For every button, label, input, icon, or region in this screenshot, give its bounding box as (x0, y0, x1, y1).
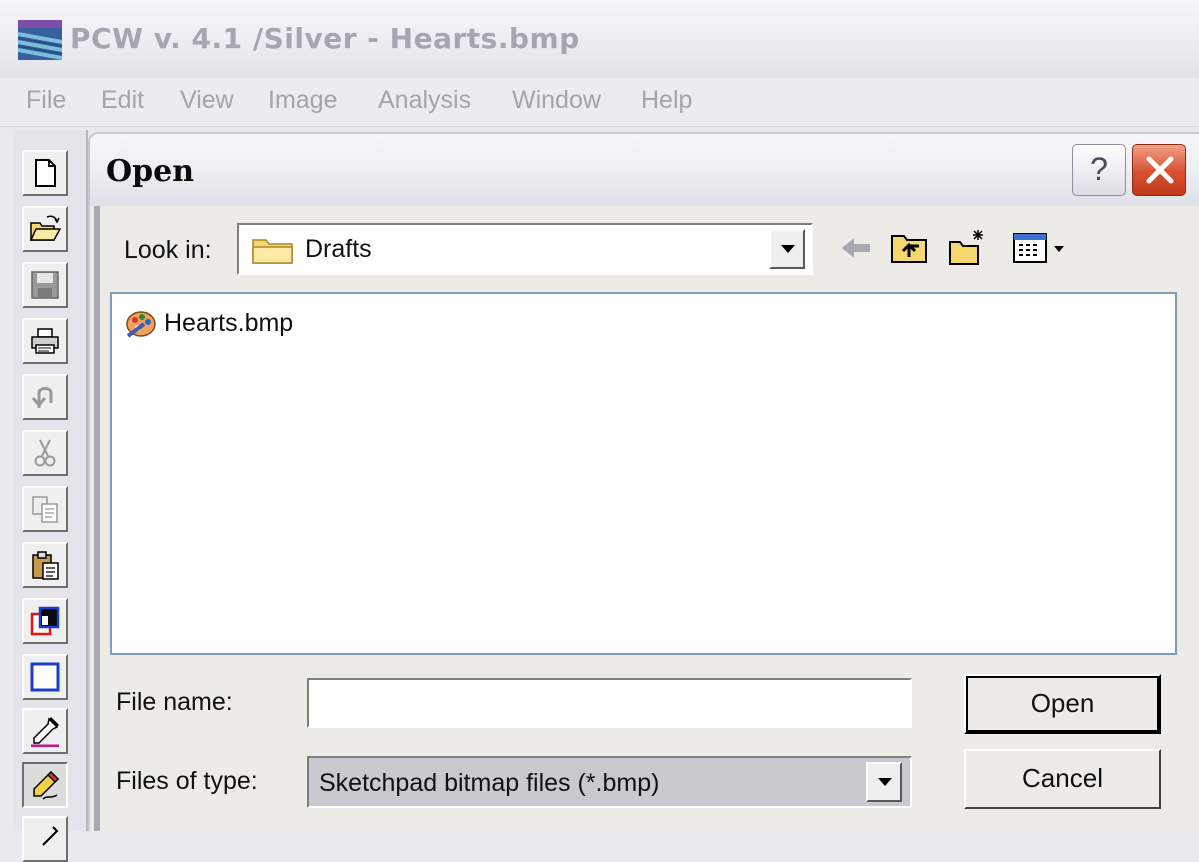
folder-icon (252, 239, 293, 264)
menu-file[interactable]: File (26, 86, 66, 115)
cut-button[interactable] (22, 430, 68, 476)
file-name-label: File name: (116, 688, 233, 716)
print-button[interactable] (22, 318, 68, 364)
files-of-type-label: Files of type: (116, 767, 258, 795)
close-button[interactable] (1132, 144, 1186, 196)
close-icon (1146, 156, 1174, 184)
menu-help[interactable]: Help (641, 86, 692, 115)
menu-window[interactable]: Window (512, 86, 601, 115)
dialog-titlebar (90, 134, 1199, 206)
chevron-down-icon (878, 778, 892, 786)
open-button[interactable]: Open (964, 674, 1161, 734)
eyedropper-icon (31, 716, 60, 747)
chevron-down-icon (781, 245, 795, 253)
new-document-icon (35, 159, 56, 187)
open-file-button[interactable] (22, 206, 68, 252)
back-arrow-icon[interactable] (834, 226, 878, 270)
eyedropper-button[interactable] (22, 708, 68, 754)
menu-analysis[interactable]: Analysis (378, 86, 471, 115)
file-list[interactable]: Hearts.bmp (110, 292, 1177, 655)
app-title: PCW v. 4.1 /Silver - Hearts.bmp (70, 22, 580, 55)
look-in-label: Look in: (124, 236, 212, 264)
brush-tool-button[interactable] (22, 816, 68, 862)
menu-view[interactable]: View (180, 86, 234, 115)
dialog-title: Open (106, 154, 195, 189)
files-of-type-dropdown-button[interactable] (866, 762, 902, 802)
pencil-icon (33, 770, 60, 800)
color-swap-button[interactable] (22, 598, 68, 644)
paste-button[interactable] (22, 542, 68, 588)
cut-scissors-icon (34, 439, 56, 467)
copy-button[interactable] (22, 486, 68, 532)
files-of-type-value: Sketchpad bitmap files (*.bmp) (319, 769, 660, 797)
open-folder-icon (29, 215, 61, 241)
file-name-input[interactable] (307, 678, 912, 728)
undo-button[interactable] (22, 374, 68, 420)
dialog-border (94, 206, 100, 831)
new-document-button[interactable] (22, 150, 68, 196)
color-swap-icon (30, 606, 60, 636)
cancel-button[interactable]: Cancel (964, 749, 1161, 809)
undo-icon (31, 387, 53, 408)
copy-icon (32, 496, 58, 523)
look-in-dropdown-button[interactable] (769, 229, 805, 269)
help-button[interactable]: ? (1072, 144, 1126, 196)
new-folder-icon[interactable] (946, 226, 990, 270)
bitmap-file-icon (126, 311, 156, 338)
paste-icon (32, 551, 59, 580)
rectangle-tool-button[interactable] (22, 654, 68, 700)
rectangle-icon (30, 662, 60, 692)
up-folder-icon[interactable] (888, 226, 932, 270)
save-button[interactable] (22, 262, 68, 308)
app-titlebar: PCW v. 4.1 /Silver - Hearts.bmp (0, 0, 1199, 78)
brush-icon (42, 826, 59, 846)
menu-edit[interactable]: Edit (101, 86, 144, 115)
menu-image[interactable]: Image (268, 86, 337, 115)
view-menu-icon[interactable] (1010, 226, 1074, 270)
pencil-tool-button[interactable] (22, 762, 68, 808)
look-in-value: Drafts (305, 235, 372, 263)
printer-icon (31, 328, 59, 354)
file-name: Hearts.bmp (164, 309, 294, 337)
app-logo-icon (18, 20, 62, 60)
save-disk-icon (31, 271, 59, 299)
files-of-type-dropdown[interactable]: Sketchpad bitmap files (*.bmp) (307, 756, 912, 808)
look-in-dropdown[interactable]: Drafts (237, 223, 813, 275)
